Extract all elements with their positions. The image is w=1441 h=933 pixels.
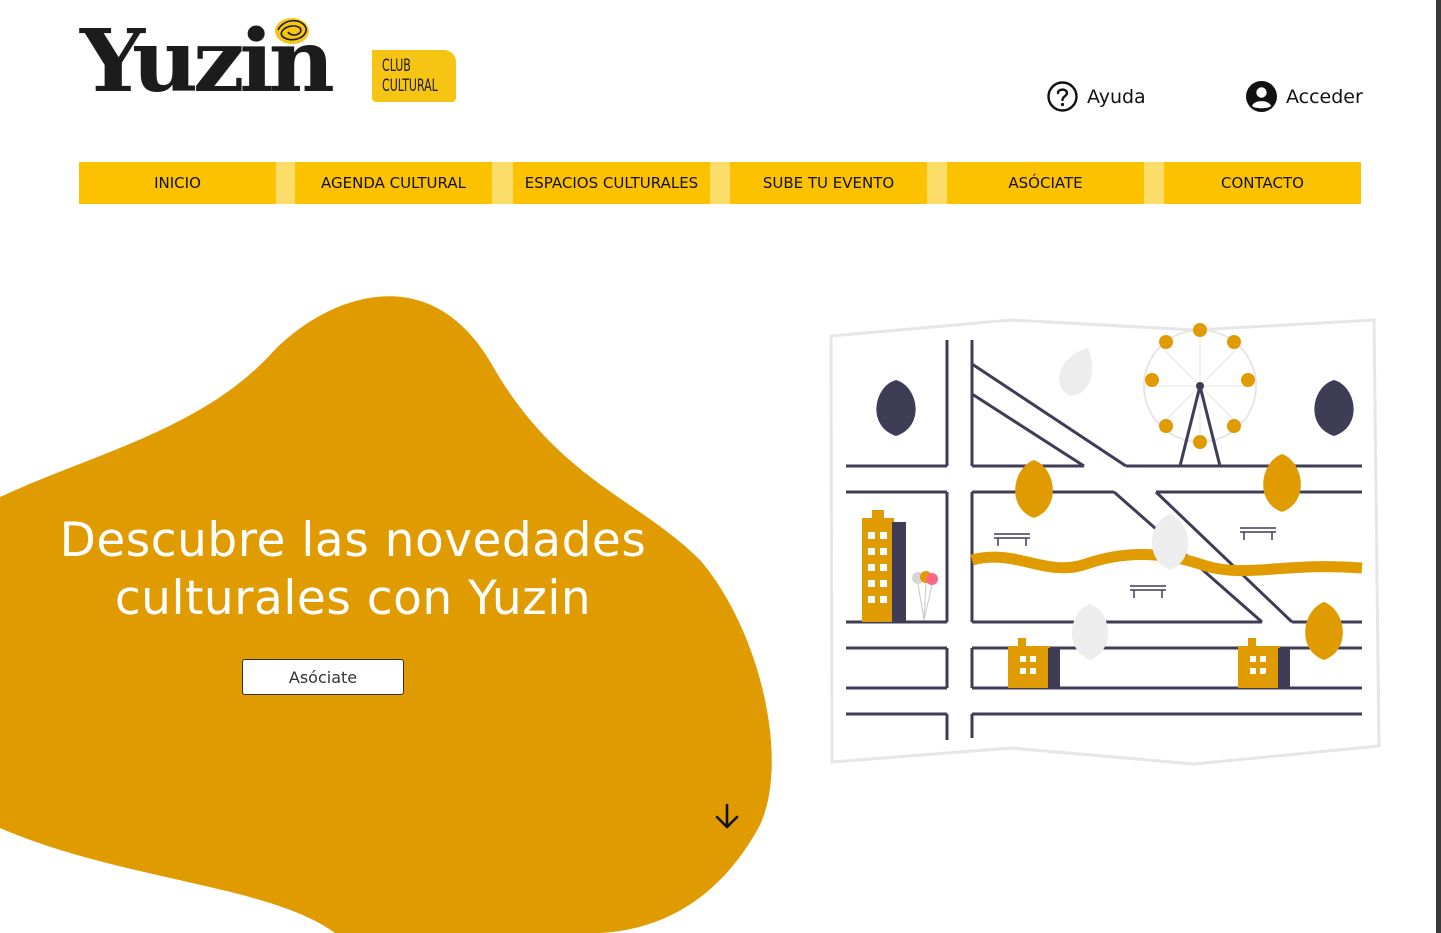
- user-circle-icon: [1246, 81, 1277, 112]
- login-link[interactable]: Acceder: [1245, 80, 1363, 113]
- nav-item-contacto[interactable]: CONTACTO: [1164, 162, 1361, 204]
- map-paper: [829, 318, 1381, 766]
- question-circle-icon: [1047, 81, 1078, 112]
- help-label: Ayuda: [1087, 85, 1146, 108]
- hero-blob: [0, 296, 772, 933]
- hero-title: Descubre las novedades culturales con Yu…: [40, 512, 666, 628]
- city-map-illustration: [829, 318, 1381, 766]
- help-link[interactable]: Ayuda: [1046, 80, 1146, 113]
- login-label: Acceder: [1286, 85, 1363, 108]
- nav-item-asociate[interactable]: ASÓCIATE: [947, 162, 1144, 204]
- arrow-down-icon[interactable]: [712, 802, 742, 832]
- hero-title-line2: culturales con Yuzin: [114, 571, 592, 626]
- hero-title-line1: Descubre las novedades: [59, 513, 647, 568]
- asociate-cta-button[interactable]: Asóciate: [242, 659, 404, 695]
- window-edge: [1436, 0, 1441, 933]
